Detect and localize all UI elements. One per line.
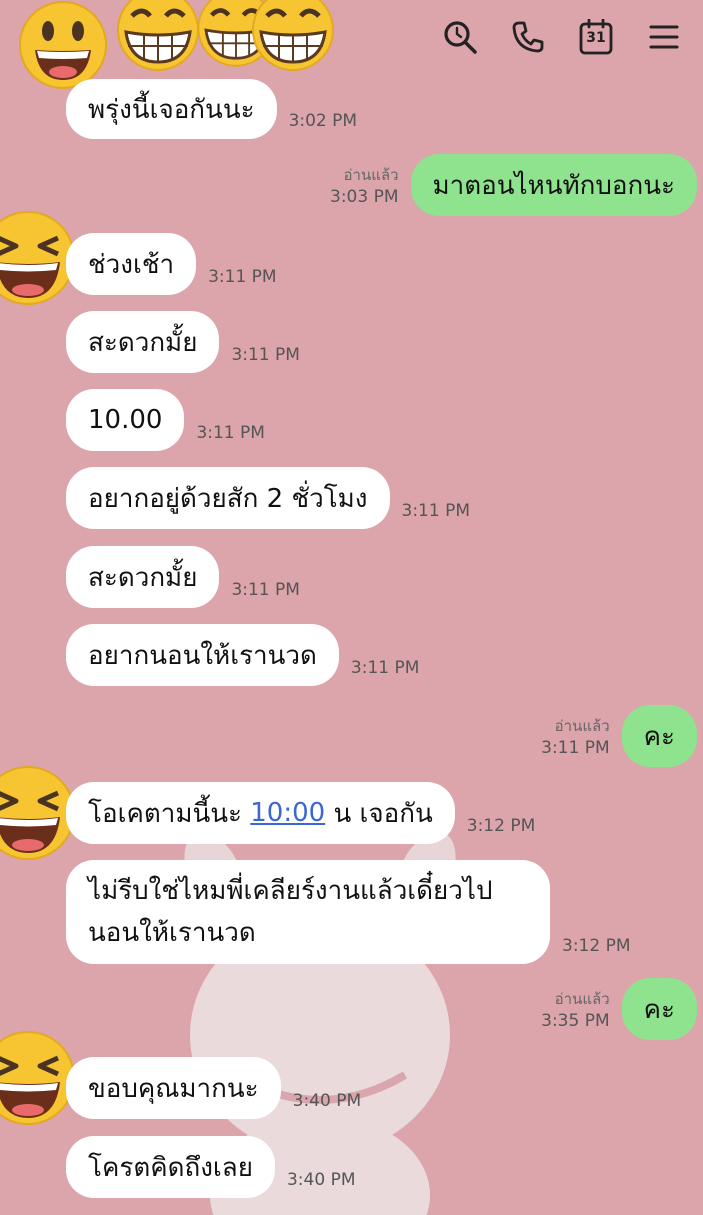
message-row: อยากอยู่ด้วยสัก 2 ชั่วโมง 3:11 PM xyxy=(66,467,470,529)
message-meta: อ่านแล้ว 3:35 PM xyxy=(541,988,610,1032)
message-text: น เจอกัน xyxy=(325,798,433,829)
read-receipt: อ่านแล้ว xyxy=(554,990,610,1008)
message-bubble[interactable]: สะดวกมั้ย xyxy=(66,311,220,373)
message-bubble[interactable]: โอเคตามนี้นะ 10:00 น เจอกัน xyxy=(66,782,455,844)
message-time: 3:11 PM xyxy=(401,501,471,521)
message-bubble[interactable]: คะ xyxy=(621,705,697,767)
grinning-face-avatar xyxy=(19,1,107,89)
message-bubble[interactable]: พรุ่งนี้เจอกันนะ xyxy=(66,79,277,139)
phone-icon xyxy=(512,21,544,53)
message-row: อ่านแล้ว 3:11 PM คะ xyxy=(541,705,697,767)
message-bubble[interactable]: สะดวกมั้ย xyxy=(66,546,220,608)
message-row: อยากนอนให้เรานวด 3:11 PM xyxy=(66,624,419,686)
search-button[interactable] xyxy=(439,16,481,58)
message-time: 3:02 PM xyxy=(288,111,358,131)
read-receipt: อ่านแล้ว xyxy=(343,166,399,184)
message-row: 10.00 3:11 PM xyxy=(66,389,265,451)
hamburger-menu-icon xyxy=(649,25,679,49)
message-row: สะดวกมั้ย 3:11 PM xyxy=(66,546,300,608)
message-meta: อ่านแล้ว 3:11 PM xyxy=(541,715,610,759)
message-meta: อ่านแล้ว 3:03 PM xyxy=(330,164,399,208)
message-line: ไม่รีบใช่ไหมพี่เคลียร์งานแล้วเดี๋ยวไป xyxy=(88,876,493,906)
search-icon xyxy=(444,21,477,54)
message-row: อ่านแล้ว 3:03 PM มาตอนไหนทักบอกนะ xyxy=(330,154,697,216)
message-row: สะดวกมั้ย 3:11 PM xyxy=(66,311,300,373)
message-bubble[interactable]: 10.00 xyxy=(66,389,185,451)
squinting-laughing-face-avatar[interactable] xyxy=(0,765,76,861)
message-time: 3:40 PM xyxy=(292,1091,362,1111)
message-row: โครตคิดถึงเลย 3:40 PM xyxy=(66,1136,355,1198)
message-row: ไม่รีบใช่ไหมพี่เคลียร์งานแล้วเดี๋ยวไป นอ… xyxy=(66,860,631,964)
message-bubble[interactable]: มาตอนไหนทักบอกนะ xyxy=(410,154,697,216)
message-time: 3:40 PM xyxy=(286,1170,356,1190)
message-row: ขอบคุณมากนะ 3:40 PM xyxy=(66,1057,361,1119)
message-row: ช่วงเช้า 3:11 PM xyxy=(66,233,277,295)
message-bubble[interactable]: อยากอยู่ด้วยสัก 2 ชั่วโมง xyxy=(66,467,390,529)
message-bubble[interactable]: อยากนอนให้เรานวด xyxy=(66,624,339,686)
message-text: โอเคตามนี้นะ xyxy=(88,798,251,829)
message-bubble[interactable]: ช่วงเช้า xyxy=(66,233,197,295)
squinting-laughing-face-avatar[interactable] xyxy=(0,210,76,306)
message-time: 3:12 PM xyxy=(466,816,536,836)
squinting-laughing-face-avatar[interactable] xyxy=(0,1030,76,1126)
message-time: 3:11 PM xyxy=(208,267,277,287)
message-time: 3:03 PM xyxy=(330,187,399,207)
menu-button[interactable] xyxy=(643,16,685,58)
message-row: พรุ่งนี้เจอกันนะ 3:02 PM xyxy=(66,79,357,139)
chat-header: 31 xyxy=(0,0,703,89)
calendar-button[interactable]: 31 xyxy=(575,16,617,58)
message-row: โอเคตามนี้นะ 10:00 น เจอกัน 3:12 PM xyxy=(66,782,535,844)
message-time: 3:11 PM xyxy=(231,580,300,600)
message-time: 3:11 PM xyxy=(541,738,610,758)
message-time: 3:35 PM xyxy=(541,1011,610,1031)
calendar-day: 31 xyxy=(586,30,606,46)
group-avatars[interactable] xyxy=(15,0,345,89)
message-row: อ่านแล้ว 3:35 PM คะ xyxy=(541,978,697,1040)
message-bubble[interactable]: ไม่รีบใช่ไหมพี่เคลียร์งานแล้วเดี๋ยวไป นอ… xyxy=(66,860,550,964)
message-time: 3:12 PM xyxy=(562,936,631,956)
message-time: 3:11 PM xyxy=(231,345,300,365)
message-line: นอนให้เรานวด xyxy=(88,918,256,948)
message-time: 3:11 PM xyxy=(196,423,265,443)
read-receipt: อ่านแล้ว xyxy=(554,717,610,735)
time-link[interactable]: 10:00 xyxy=(250,798,325,828)
message-bubble[interactable]: ขอบคุณมากนะ xyxy=(66,1057,281,1119)
message-bubble[interactable]: โครตคิดถึงเลย xyxy=(66,1136,275,1198)
message-bubble[interactable]: คะ xyxy=(621,978,697,1040)
beaming-face-avatar xyxy=(252,0,334,71)
message-time: 3:11 PM xyxy=(350,658,420,678)
call-button[interactable] xyxy=(507,16,549,58)
